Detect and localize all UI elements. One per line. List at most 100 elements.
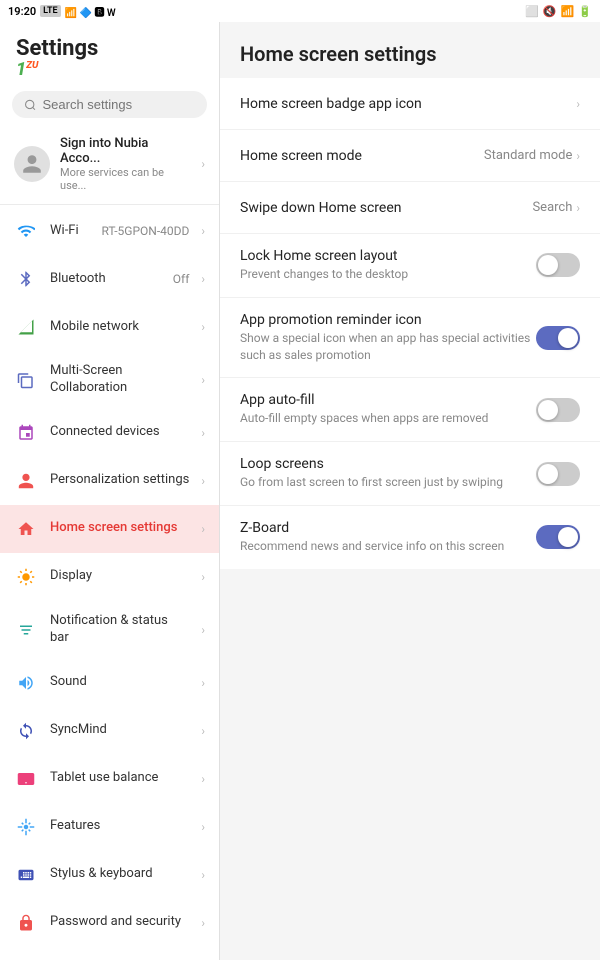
setting-content-promotion: App promotion reminder icon Show a speci… bbox=[240, 312, 536, 364]
sidebar-label-connected: Connected devices bbox=[50, 424, 189, 441]
home-icon bbox=[14, 517, 38, 541]
sidebar-item-features[interactable]: Features › bbox=[0, 803, 219, 851]
setting-item-autofill[interactable]: App auto-fill Auto-fill empty spaces whe… bbox=[220, 378, 600, 442]
setting-item-zboard[interactable]: Z-Board Recommend news and service info … bbox=[220, 506, 600, 569]
password-icon bbox=[14, 911, 38, 935]
sidebar-chevron-notification: › bbox=[201, 623, 205, 637]
chevron-badge: › bbox=[576, 97, 580, 111]
mobile-icon bbox=[14, 315, 38, 339]
setting-title-swipe: Swipe down Home screen bbox=[240, 200, 524, 216]
search-icon bbox=[24, 98, 36, 112]
wifi-icon bbox=[14, 219, 38, 243]
sidebar-chevron-display: › bbox=[201, 570, 205, 584]
sidebar-label-bluetooth: Bluetooth bbox=[50, 271, 161, 288]
account-chevron: › bbox=[201, 157, 205, 171]
sidebar-item-wifi[interactable]: Wi-Fi RT-5GPON-40DD › bbox=[0, 207, 219, 255]
sidebar-item-sound[interactable]: Sound › bbox=[0, 659, 219, 707]
setting-right-mode: Standard mode› bbox=[484, 148, 580, 163]
setting-content-zboard: Z-Board Recommend news and service info … bbox=[240, 520, 536, 555]
sidebar-chevron-bluetooth: › bbox=[201, 272, 205, 286]
features-icon bbox=[14, 815, 38, 839]
sidebar-item-display[interactable]: Display › bbox=[0, 553, 219, 601]
sidebar-item-password[interactable]: Password and security › bbox=[0, 899, 219, 947]
sidebar-label-notification: Notification & status bar bbox=[50, 613, 189, 647]
network-indicator: LTE bbox=[40, 5, 60, 17]
setting-content-autofill: App auto-fill Auto-fill empty spaces whe… bbox=[240, 392, 536, 427]
sidebar-divider-1 bbox=[0, 204, 219, 205]
right-panel: Home screen settings Home screen badge a… bbox=[220, 22, 600, 960]
chevron-mode: › bbox=[576, 149, 580, 163]
setting-sub-lock: Prevent changes to the desktop bbox=[240, 266, 536, 283]
setting-item-badge[interactable]: Home screen badge app icon › bbox=[220, 78, 600, 130]
sidebar-value-wifi: RT-5GPON-40DD bbox=[101, 224, 189, 238]
sidebar: Settings 1ZU Sign into Nubia Acco... Mor… bbox=[0, 22, 220, 960]
avatar bbox=[14, 146, 50, 182]
sidebar-chevron-features: › bbox=[201, 820, 205, 834]
setting-item-loop[interactable]: Loop screens Go from last screen to firs… bbox=[220, 442, 600, 506]
sidebar-label-home: Home screen settings bbox=[50, 520, 189, 537]
person-icon bbox=[21, 153, 43, 175]
toggle-promotion[interactable] bbox=[536, 326, 580, 350]
setting-item-promotion[interactable]: App promotion reminder icon Show a speci… bbox=[220, 298, 600, 379]
sync-icon bbox=[14, 719, 38, 743]
setting-right-badge: › bbox=[576, 97, 580, 111]
status-icons: 📶 🔷 🅱 W bbox=[65, 4, 116, 19]
settings-header: Settings 1ZU bbox=[0, 22, 219, 83]
sidebar-item-bluetooth[interactable]: Bluetooth Off › bbox=[0, 255, 219, 303]
sidebar-item-home[interactable]: Home screen settings › bbox=[0, 505, 219, 553]
toggle-loop[interactable] bbox=[536, 462, 580, 486]
sidebar-item-multi[interactable]: Multi-Screen Collaboration › bbox=[0, 351, 219, 409]
battery-icon: 🔋 bbox=[578, 5, 592, 18]
toggle-lock[interactable] bbox=[536, 253, 580, 277]
setting-item-swipe[interactable]: Swipe down Home screen Search› bbox=[220, 182, 600, 234]
setting-content-badge: Home screen badge app icon bbox=[240, 96, 568, 112]
sidebar-label-personalization: Personalization settings bbox=[50, 472, 189, 489]
sidebar-item-syncmind[interactable]: SyncMind › bbox=[0, 707, 219, 755]
setting-content-swipe: Swipe down Home screen bbox=[240, 200, 524, 216]
setting-content-loop: Loop screens Go from last screen to firs… bbox=[240, 456, 536, 491]
setting-item-mode[interactable]: Home screen mode Standard mode› bbox=[220, 130, 600, 182]
notif-icon bbox=[14, 618, 38, 642]
setting-content-mode: Home screen mode bbox=[240, 148, 476, 164]
sidebar-chevron-multi: › bbox=[201, 373, 205, 387]
sidebar-chevron-syncmind: › bbox=[201, 724, 205, 738]
multi-icon bbox=[14, 368, 38, 392]
sidebar-item-personalization[interactable]: Personalization settings › bbox=[0, 457, 219, 505]
setting-item-lock[interactable]: Lock Home screen layout Prevent changes … bbox=[220, 234, 600, 298]
account-info: Sign into Nubia Acco... More services ca… bbox=[60, 136, 191, 192]
sidebar-label-wifi: Wi-Fi bbox=[50, 223, 89, 240]
setting-sub-loop: Go from last screen to first screen just… bbox=[240, 474, 536, 491]
sidebar-item-tablet[interactable]: Tablet use balance › bbox=[0, 755, 219, 803]
search-box[interactable] bbox=[12, 91, 207, 118]
panel-title: Home screen settings bbox=[240, 42, 580, 66]
toggle-zboard[interactable] bbox=[536, 525, 580, 549]
tablet-icon bbox=[14, 767, 38, 791]
setting-content-lock: Lock Home screen layout Prevent changes … bbox=[240, 248, 536, 283]
status-bar-right: ⬜ 🔇 📶 🔋 bbox=[525, 5, 592, 18]
setting-title-autofill: App auto-fill bbox=[240, 392, 536, 408]
sidebar-item-mobile[interactable]: Mobile network › bbox=[0, 303, 219, 351]
setting-value-mode: Standard mode bbox=[484, 148, 573, 163]
sidebar-chevron-wifi: › bbox=[201, 224, 205, 238]
sidebar-item-keyboard[interactable]: Stylus & keyboard › bbox=[0, 851, 219, 899]
sidebar-chevron-keyboard: › bbox=[201, 868, 205, 882]
person-icon bbox=[14, 469, 38, 493]
sidebar-items-container: Wi-Fi RT-5GPON-40DD › Bluetooth Off › Mo… bbox=[0, 207, 219, 947]
panel-header: Home screen settings bbox=[220, 22, 600, 78]
search-input[interactable] bbox=[42, 97, 195, 112]
toggle-autofill[interactable] bbox=[536, 398, 580, 422]
sidebar-value-bluetooth: Off bbox=[173, 272, 190, 286]
sidebar-label-password: Password and security bbox=[50, 914, 189, 931]
setting-sub-zboard: Recommend news and service info on this … bbox=[240, 538, 536, 555]
setting-sub-autofill: Auto-fill empty spaces when apps are rem… bbox=[240, 410, 536, 427]
sidebar-item-connected[interactable]: Connected devices › bbox=[0, 409, 219, 457]
setting-title-mode: Home screen mode bbox=[240, 148, 476, 164]
account-item[interactable]: Sign into Nubia Acco... More services ca… bbox=[0, 126, 219, 202]
sidebar-item-notification[interactable]: Notification & status bar › bbox=[0, 601, 219, 659]
setting-sub-promotion: Show a special icon when an app has spec… bbox=[240, 330, 536, 364]
status-time: 19:20 bbox=[8, 5, 36, 18]
setting-title-lock: Lock Home screen layout bbox=[240, 248, 536, 264]
sidebar-label-features: Features bbox=[50, 818, 189, 835]
sidebar-label-tablet: Tablet use balance bbox=[50, 770, 189, 787]
sound-icon bbox=[14, 671, 38, 695]
